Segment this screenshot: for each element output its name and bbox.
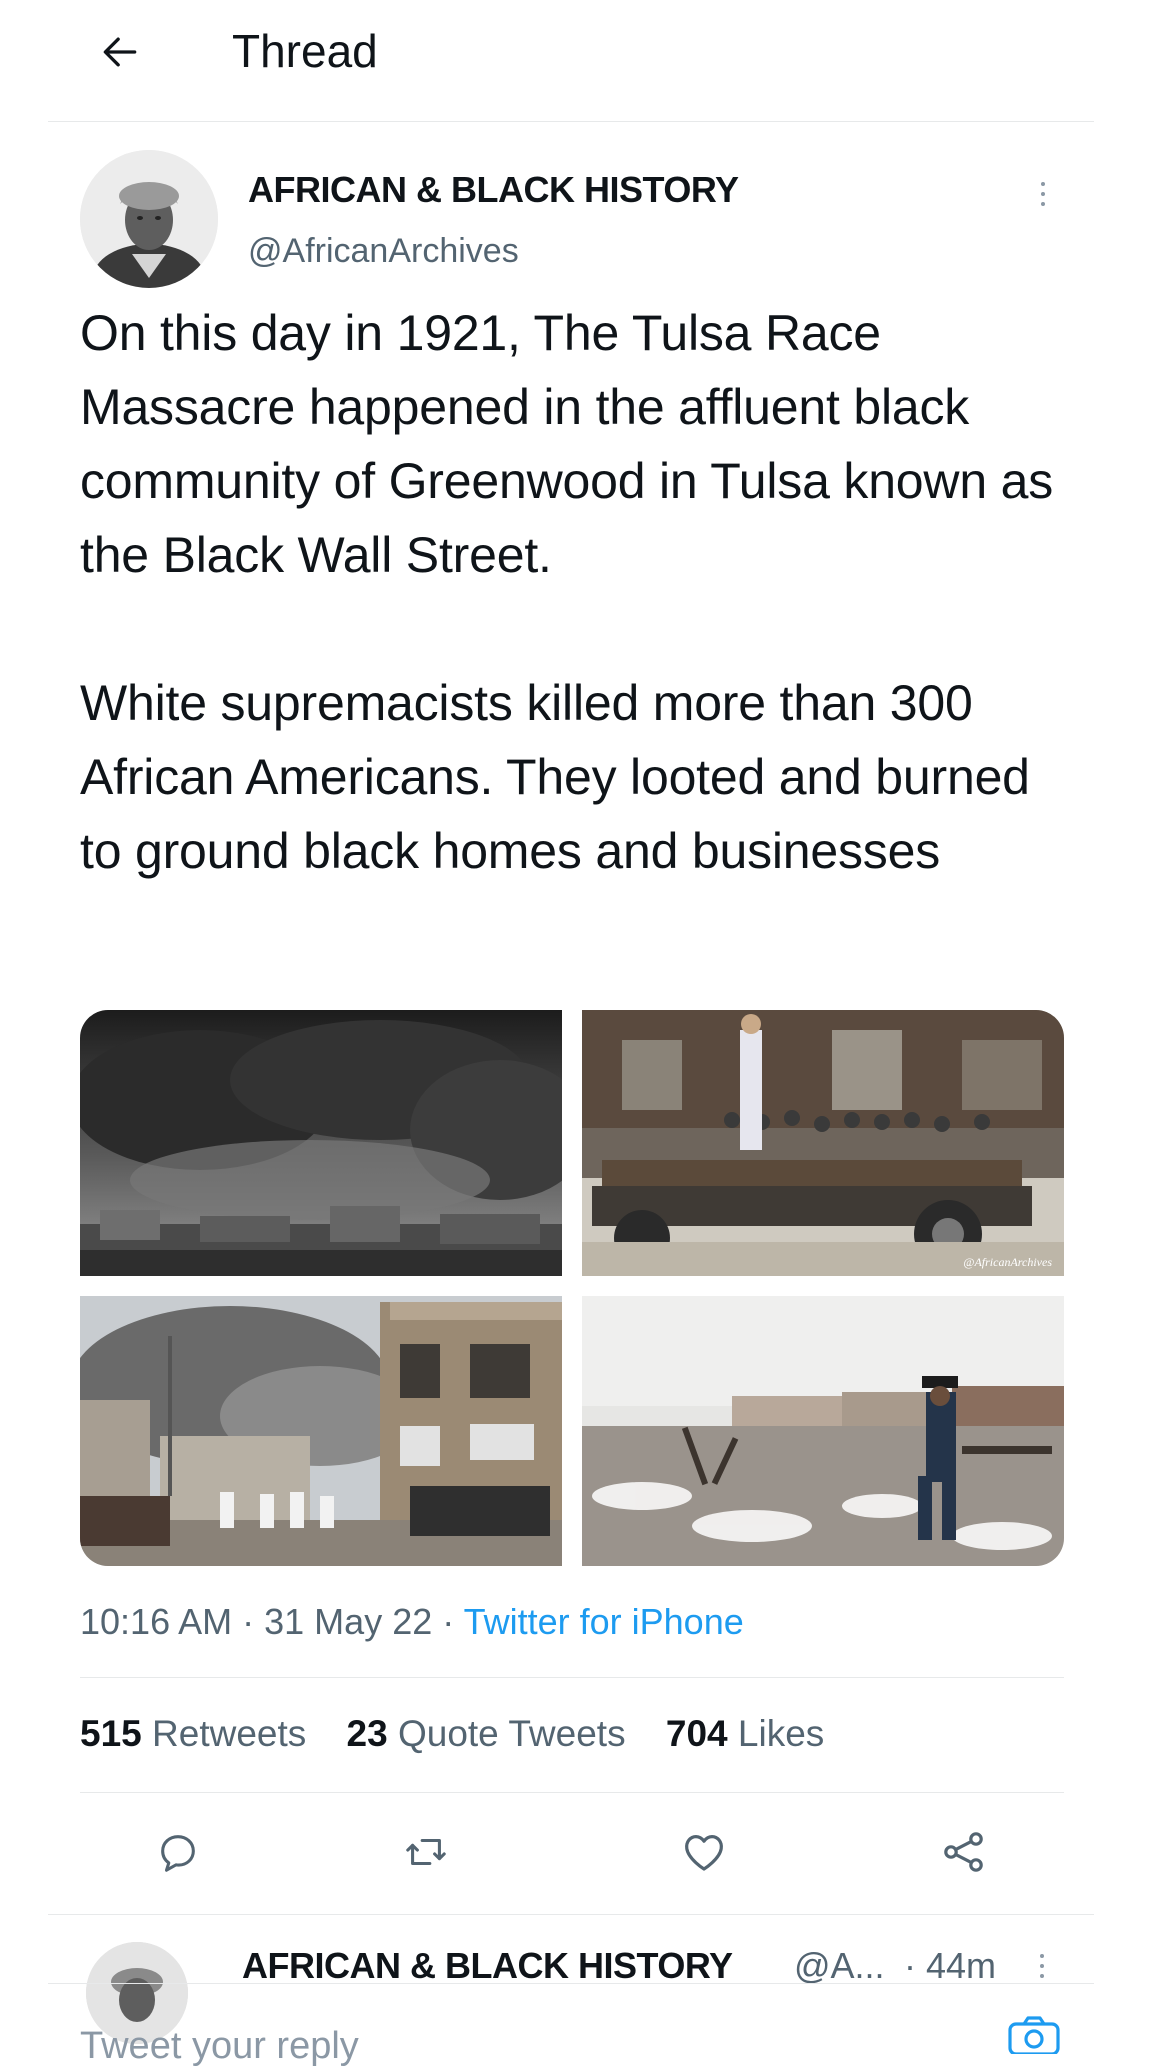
actions-divider [48, 1914, 1094, 1915]
header-divider [48, 121, 1094, 122]
retweets-count: 515 [80, 1713, 142, 1754]
tweet-text: On this day in 1921, The Tulsa Race Mass… [80, 305, 1054, 879]
back-button[interactable] [92, 26, 148, 78]
likes-stat[interactable]: 704 Likes [666, 1713, 824, 1754]
photo-street-smoke[interactable] [80, 1296, 562, 1566]
more-icon-dot [1040, 1964, 1044, 1968]
media-grid[interactable]: @AfricanArchives [80, 1010, 1064, 1566]
like-button[interactable] [672, 1820, 736, 1884]
photo-ruins-man[interactable] [582, 1296, 1064, 1566]
more-icon-dot [1041, 202, 1045, 206]
more-icon [1041, 182, 1045, 186]
avatar[interactable] [80, 150, 218, 288]
retweet-button[interactable] [394, 1820, 458, 1884]
retweets-stat[interactable]: 515 Retweets [80, 1713, 306, 1754]
like-icon [685, 1835, 723, 1871]
tweet-date[interactable]: 31 May 22 [264, 1601, 432, 1642]
reply-icon [161, 1835, 195, 1872]
more-options-button[interactable] [1026, 172, 1060, 216]
share-icon [944, 1832, 983, 1872]
top-bar: Thread [0, 0, 1152, 122]
engagement-stats: 515 Retweets 23 Quote Tweets 704 Likes [80, 1706, 854, 1762]
reply-input[interactable]: Tweet your reply [80, 2022, 980, 2067]
photo-watermark: @AfricanArchives [963, 1255, 1052, 1269]
reply-more-button[interactable] [1030, 1946, 1054, 1986]
photo-truck-crowd[interactable]: @AfricanArchives [582, 1010, 1064, 1276]
author-portrait-image [80, 150, 218, 288]
page-title: Thread [232, 25, 378, 77]
stats-divider [80, 1792, 1064, 1793]
composer-divider [48, 1983, 1094, 1984]
tweet-time[interactable]: 10:16 AM [80, 1601, 232, 1642]
quotes-count: 23 [346, 1713, 388, 1754]
more-icon [1040, 1954, 1044, 1958]
share-button[interactable] [932, 1820, 996, 1884]
meta-separator: · [442, 1601, 455, 1642]
arrow-left-icon [103, 37, 137, 67]
quotes-label: Quote Tweets [397, 1713, 626, 1754]
more-icon-dot [1040, 1974, 1044, 1978]
retweet-icon [406, 1838, 446, 1866]
meta-divider [80, 1677, 1064, 1678]
photo-smoke-city[interactable] [80, 1010, 562, 1276]
reply-button[interactable] [146, 1820, 210, 1884]
quote-tweets-stat[interactable]: 23 Quote Tweets [347, 1713, 626, 1754]
more-icon-dot [1041, 192, 1045, 196]
camera-icon [1008, 2016, 1060, 2056]
author-name[interactable]: AFRICAN & BLACK HISTORY [248, 166, 739, 214]
tweet-source-link[interactable]: Twitter for iPhone [464, 1601, 744, 1642]
camera-button[interactable] [1008, 2014, 1060, 2056]
tweet-meta: 10:16 AM · 31 May 22 · Twitter for iPhon… [80, 1596, 744, 1648]
author-handle[interactable]: @AfricanArchives [248, 228, 519, 274]
meta-separator: · [242, 1601, 255, 1642]
likes-label: Likes [737, 1713, 825, 1754]
likes-count: 704 [665, 1713, 728, 1754]
retweets-label: Retweets [152, 1713, 307, 1754]
